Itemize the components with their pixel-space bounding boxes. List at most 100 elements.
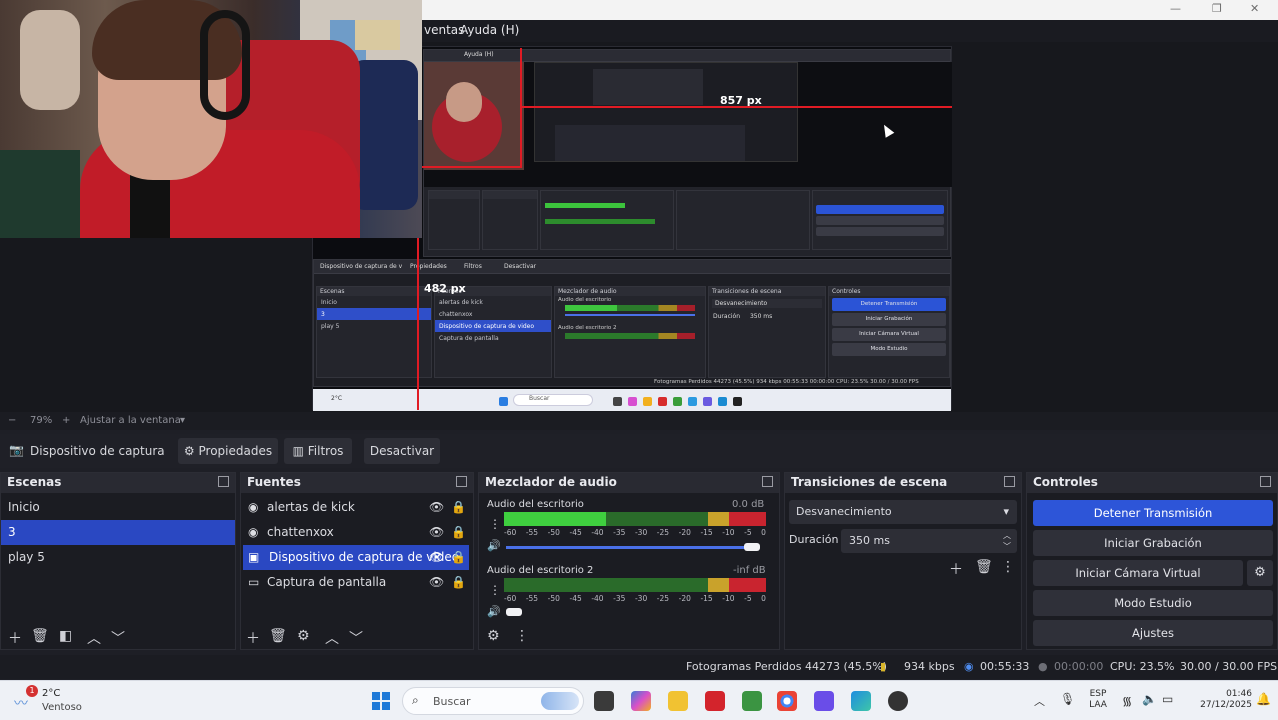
- meter-segment: [606, 512, 709, 526]
- settings-button[interactable]: Ajustes: [1033, 620, 1273, 646]
- track-2-volume-knob[interactable]: [506, 608, 522, 616]
- nested-transitions-title: Transiciones de escena: [709, 287, 825, 296]
- chevron-up-icon[interactable]: ︿: [1034, 693, 1045, 709]
- chevron-down-icon[interactable]: ▾: [180, 415, 185, 426]
- trash-icon[interactable]: 🗑: [269, 628, 287, 644]
- source-item[interactable]: ▭ Captura de pantalla 👁 🔒: [241, 570, 473, 595]
- scene-item-3[interactable]: 3: [1, 520, 235, 545]
- nested-obs-window: Ayuda (H): [423, 49, 952, 257]
- meter-tick-label: -5: [744, 594, 752, 603]
- task-view-icon[interactable]: [594, 691, 614, 711]
- speaker-icon[interactable]: 🔊: [487, 605, 501, 618]
- office-app-icon[interactable]: [705, 691, 725, 711]
- globe-icon: ◉: [248, 500, 259, 514]
- chrome-icon[interactable]: [777, 691, 797, 711]
- lock-icon[interactable]: 🔒: [451, 495, 466, 520]
- eye-icon[interactable]: 👁: [429, 495, 444, 520]
- filter-icon[interactable]: ◧: [59, 628, 72, 644]
- source-item[interactable]: ▣ Dispositivo de captura de video 👁 🔒: [243, 545, 469, 570]
- nested-transition: Desvanecimiento: [712, 299, 822, 308]
- undock-icon[interactable]: [218, 476, 229, 487]
- eye-icon[interactable]: 👁: [429, 570, 444, 595]
- start-button[interactable]: [372, 692, 390, 710]
- deactivate-button[interactable]: Desactivar: [364, 438, 440, 464]
- nested-scene-item: 3: [317, 308, 431, 320]
- notification-bell-icon[interactable]: 🔔: [1256, 692, 1271, 706]
- eye-icon[interactable]: 👁: [429, 545, 444, 570]
- source-label: alertas de kick: [267, 500, 355, 514]
- trash-icon[interactable]: 🗑: [975, 559, 993, 575]
- menu-item-ventanas[interactable]: ventas: [424, 23, 464, 37]
- transitions-title: Transiciones de escena: [791, 475, 948, 489]
- close-button[interactable]: ✕: [1250, 2, 1259, 15]
- start-virtual-camera-button[interactable]: Iniciar Cámara Virtual: [1033, 560, 1243, 586]
- trash-icon[interactable]: 🗑: [31, 628, 49, 644]
- maximize-button[interactable]: ❐: [1212, 2, 1222, 15]
- speaker-icon[interactable]: 🔊: [487, 539, 501, 552]
- undock-icon[interactable]: [762, 476, 773, 487]
- minimize-button[interactable]: —: [1170, 2, 1181, 15]
- meter-tick-label: -20: [678, 594, 691, 603]
- virtual-camera-settings-button[interactable]: ⚙: [1247, 560, 1273, 586]
- menu-item-ayuda[interactable]: Ayuda (H): [460, 23, 519, 37]
- undock-icon[interactable]: [1260, 476, 1271, 487]
- source-item[interactable]: ◉ chattenxox 👁 🔒: [241, 520, 473, 545]
- obs-icon[interactable]: [888, 691, 908, 711]
- undock-icon[interactable]: [456, 476, 467, 487]
- monitor-icon: ▭: [248, 575, 260, 589]
- edge-icon[interactable]: [851, 691, 871, 711]
- scene-item-play-5[interactable]: play 5: [1, 545, 235, 570]
- lock-icon[interactable]: 🔒: [451, 570, 466, 595]
- scene-item-inicio[interactable]: Inicio: [1, 495, 235, 520]
- microphone-icon[interactable]: 🎙: [1060, 692, 1075, 706]
- minecraft-icon[interactable]: [742, 691, 762, 711]
- clock[interactable]: 01:46 27/12/2025: [1176, 689, 1252, 711]
- lock-icon[interactable]: 🔒: [451, 545, 466, 570]
- more-options-icon[interactable]: ⋮: [515, 628, 529, 644]
- track-1-ticks: -60 -55 -50 -45 -40 -35 -30 -25 -20 -15 -10 -5 0: [504, 528, 766, 537]
- source-item[interactable]: ◉ alertas de kick 👁 🔒: [241, 495, 473, 520]
- properties-button[interactable]: ⚙ Propiedades: [178, 438, 278, 464]
- duration-spinbox[interactable]: 350 ms ︿ ﹀: [841, 529, 1017, 553]
- file-explorer-icon[interactable]: [668, 691, 688, 711]
- fit-to-window-button[interactable]: Ajustar a la ventana: [80, 415, 181, 426]
- copilot-icon[interactable]: [631, 691, 651, 711]
- duration-label: Duración: [789, 533, 839, 546]
- track-1-volume-knob[interactable]: [744, 543, 760, 551]
- weather-temp: 2°C: [42, 688, 61, 699]
- add-icon[interactable]: ＋: [246, 628, 260, 648]
- chevron-up-icon[interactable]: ︿: [325, 628, 339, 648]
- more-options-icon[interactable]: ⋮: [1001, 559, 1015, 575]
- volume-icon[interactable]: 🔈: [1142, 692, 1157, 706]
- discord-icon[interactable]: [814, 691, 834, 711]
- track-1-volume-slider[interactable]: [506, 546, 756, 549]
- track-1-menu-icon[interactable]: ⋮: [489, 517, 501, 531]
- add-icon[interactable]: ＋: [949, 559, 963, 579]
- stop-stream-button[interactable]: Detener Transmisión: [1033, 500, 1273, 526]
- eye-icon[interactable]: 👁: [429, 520, 444, 545]
- gear-icon[interactable]: ⚙: [487, 628, 500, 644]
- taskbar-search[interactable]: ⌕ Buscar: [402, 687, 584, 715]
- transition-select[interactable]: Desvanecimiento ▾: [789, 500, 1017, 524]
- wifi-icon[interactable]: ᯾: [1122, 692, 1132, 709]
- battery-icon[interactable]: ▭: [1162, 692, 1173, 706]
- transitions-dock-title: Transiciones de escena: [785, 473, 1021, 493]
- chevron-up-icon[interactable]: ︿: [87, 628, 101, 648]
- mixer-dock-title: Mezclador de audio: [479, 473, 779, 493]
- add-icon[interactable]: ＋: [8, 628, 22, 648]
- chevron-down-icon[interactable]: ﹀: [111, 628, 125, 648]
- chevron-down-icon[interactable]: ﹀: [349, 628, 363, 648]
- gear-icon[interactable]: ⚙: [297, 628, 310, 644]
- start-recording-button[interactable]: Iniciar Grabación: [1033, 530, 1273, 556]
- lock-icon[interactable]: 🔒: [451, 520, 466, 545]
- camera-icon: ▣: [248, 550, 260, 564]
- track-2-menu-icon[interactable]: ⋮: [489, 583, 501, 597]
- spin-down-icon[interactable]: ﹀: [1003, 535, 1011, 559]
- zoom-in-button[interactable]: +: [62, 415, 70, 426]
- undock-icon[interactable]: [1004, 476, 1015, 487]
- studio-mode-button[interactable]: Modo Estudio: [1033, 590, 1273, 616]
- zoom-out-button[interactable]: −: [8, 415, 16, 426]
- filters-button[interactable]: ▥ Filtros: [284, 438, 352, 464]
- input-language[interactable]: ESP LAA: [1086, 689, 1110, 711]
- weather-widget[interactable]: 〰 1: [14, 685, 38, 712]
